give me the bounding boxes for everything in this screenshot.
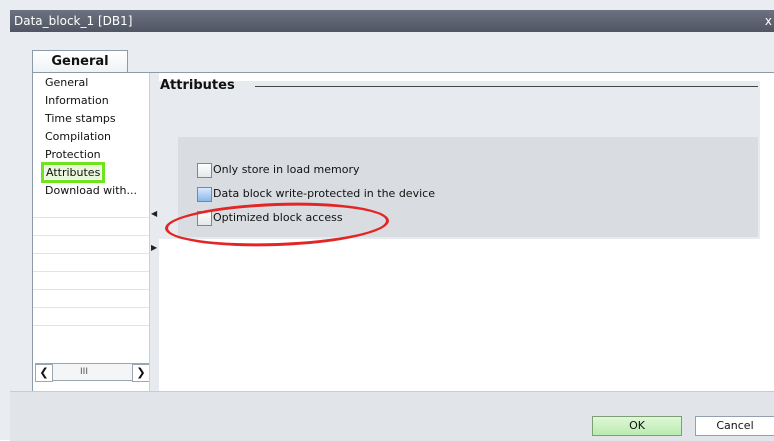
checkbox-label-only-store-in-load-memory: Only store in load memory [213, 163, 360, 176]
sidebar-item-protection[interactable]: Protection [45, 148, 101, 161]
ok-button[interactable]: OK [592, 416, 682, 436]
sidebar-item-general[interactable]: General [45, 76, 88, 89]
properties-dialog: Data_block_1 [DB1] x General General Inf… [0, 0, 774, 441]
sidebar-row-divider [33, 289, 150, 290]
sidebar-row-divider [33, 325, 150, 326]
section-divider [255, 86, 758, 87]
checkbox-label-data-block-write-protected: Data block write-protected in the device [213, 187, 435, 200]
sidebar-row-divider [33, 235, 150, 236]
section-title: Attributes [160, 78, 235, 93]
sidebar: General Information Time stamps Compilat… [33, 73, 150, 393]
close-icon[interactable]: x [765, 10, 772, 32]
sidebar-item-time-stamps[interactable]: Time stamps [45, 112, 116, 125]
sidebar-row-divider [33, 271, 150, 272]
sidebar-item-information[interactable]: Information [45, 94, 109, 107]
collapse-left-icon[interactable]: ◀ [151, 209, 157, 218]
sidebar-row-divider [33, 253, 150, 254]
checkbox-only-store-in-load-memory[interactable] [197, 163, 212, 178]
expand-right-icon[interactable]: ▶ [151, 243, 157, 252]
sidebar-item-attributes[interactable]: Attributes [40, 162, 106, 183]
dialog-title: Data_block_1 [DB1] [14, 14, 133, 28]
scroll-thumb[interactable]: III [74, 367, 94, 377]
tab-general[interactable]: General [32, 50, 128, 73]
cancel-button[interactable]: Cancel [695, 416, 774, 436]
dialog-button-bar: OK Cancel [10, 391, 774, 441]
sidebar-item-compilation[interactable]: Compilation [45, 130, 111, 143]
scroll-right-icon[interactable]: ❯ [132, 364, 150, 382]
dialog-titlebar[interactable]: Data_block_1 [DB1] x [10, 10, 774, 32]
dialog-body: General General Information Time stamps … [10, 32, 774, 440]
sidebar-row-divider [33, 307, 150, 308]
sidebar-row-divider [33, 217, 150, 218]
sidebar-horizontal-scrollbar[interactable]: ❮ III ❯ [35, 363, 150, 382]
checkbox-data-block-write-protected[interactable] [197, 187, 212, 202]
scroll-left-icon[interactable]: ❮ [35, 364, 53, 382]
sidebar-item-download-with[interactable]: Download with... [45, 184, 137, 197]
